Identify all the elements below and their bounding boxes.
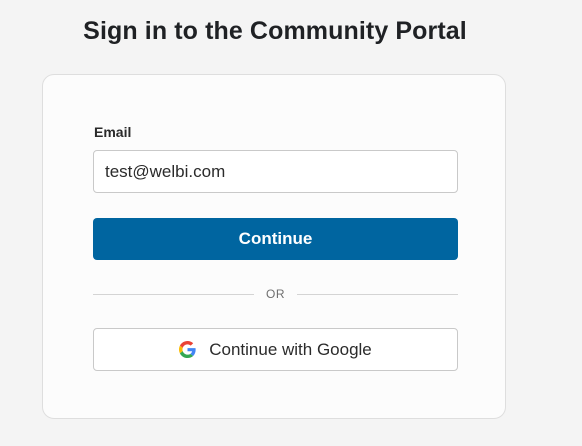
divider-line-left (93, 293, 254, 295)
email-label: Email (94, 124, 132, 140)
email-field[interactable] (93, 150, 458, 193)
sign-in-page: Sign in to the Community Portal Email Co… (0, 0, 582, 446)
google-button-label: Continue with Google (209, 339, 372, 359)
sign-in-card: Email Continue OR Continue with Google (42, 74, 506, 419)
or-divider: OR (93, 285, 458, 303)
google-logo-icon (179, 341, 196, 358)
continue-button[interactable]: Continue (93, 218, 458, 260)
divider-line-right (297, 293, 458, 295)
continue-with-google-button[interactable]: Continue with Google (93, 328, 458, 371)
divider-text: OR (266, 287, 285, 301)
page-title: Sign in to the Community Portal (83, 17, 467, 45)
